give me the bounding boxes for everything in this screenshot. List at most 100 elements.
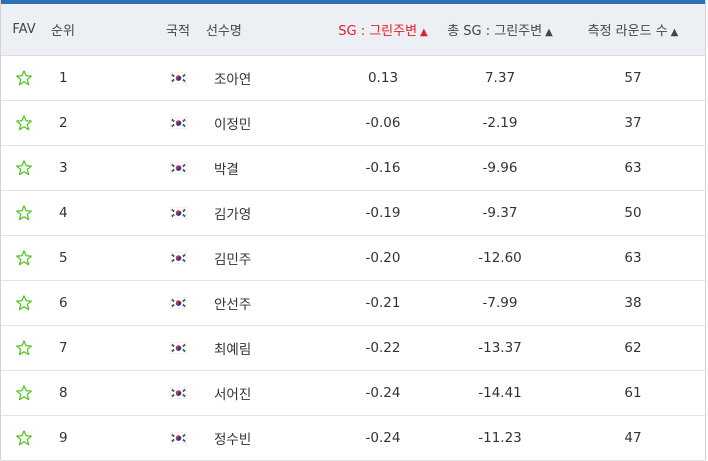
korea-flag-icon <box>169 341 187 354</box>
korea-flag-icon <box>169 116 187 129</box>
nationality-cell <box>152 145 204 190</box>
rank-cell: 6 <box>59 294 68 311</box>
player-name-cell[interactable]: 최예림 <box>204 325 327 370</box>
sg-around-green-cell: -0.21 <box>365 294 401 311</box>
nationality-cell <box>152 280 204 325</box>
fav-cell <box>1 100 47 145</box>
player-name-cell[interactable]: 김민주 <box>204 235 327 280</box>
rank-cell: 1 <box>59 69 68 86</box>
rank-cell: 4 <box>59 204 68 221</box>
rounds-cell: 37 <box>624 114 642 131</box>
table-row: 5 김민주 -0.20 -12.60 63 <box>1 235 705 280</box>
korea-flag-icon <box>169 296 187 309</box>
sg-around-green-cell: -0.06 <box>365 114 401 131</box>
rounds-cell: 62 <box>624 339 642 356</box>
table-row: 3 박결 -0.16 -9.96 63 <box>1 145 705 190</box>
sort-arrow-icon: ▲ <box>545 26 553 38</box>
fav-cell <box>1 145 47 190</box>
star-icon[interactable] <box>15 294 33 312</box>
sort-arrow-icon: ▲ <box>420 26 428 38</box>
nationality-cell <box>152 55 204 100</box>
table-row: 8 서어진 -0.24 -14.41 61 <box>1 370 705 415</box>
star-icon[interactable] <box>15 339 33 357</box>
player-name-cell[interactable]: 정수빈 <box>204 415 327 460</box>
rounds-cell: 50 <box>624 204 642 221</box>
total-sg-cell: -11.23 <box>478 429 522 446</box>
sg-around-green-cell: -0.16 <box>365 159 401 176</box>
player-name-cell[interactable]: 이정민 <box>204 100 327 145</box>
rank-cell: 8 <box>59 384 68 401</box>
player-name-cell[interactable]: 김가영 <box>204 190 327 235</box>
korea-flag-icon <box>169 161 187 174</box>
nationality-cell <box>152 415 204 460</box>
fav-cell <box>1 415 47 460</box>
table-row: 1 조아연 0.13 7.37 57 <box>1 55 705 100</box>
nationality-cell <box>152 325 204 370</box>
header-total-sg-label: 총 SG : 그린주변 <box>447 23 543 39</box>
nationality-cell <box>152 235 204 280</box>
fav-cell <box>1 235 47 280</box>
total-sg-cell: -9.96 <box>482 159 518 176</box>
total-sg-cell: -2.19 <box>482 114 518 131</box>
star-icon[interactable] <box>15 204 33 222</box>
fav-cell <box>1 370 47 415</box>
star-icon[interactable] <box>15 114 33 132</box>
total-sg-cell: -13.37 <box>478 339 522 356</box>
table-header: FAV 순위 국적 선수명 SG : 그린주변 ▲ 총 SG : 그린주변 ▲ 측정… <box>1 4 705 55</box>
star-icon[interactable] <box>15 159 33 177</box>
sg-around-green-cell: -0.20 <box>365 249 401 266</box>
star-icon[interactable] <box>15 69 33 87</box>
fav-cell <box>1 280 47 325</box>
player-name-cell[interactable]: 조아연 <box>204 55 327 100</box>
fav-cell <box>1 325 47 370</box>
korea-flag-icon <box>169 431 187 444</box>
header-sg-around-green-sort[interactable]: SG : 그린주변 ▲ <box>327 4 439 55</box>
star-icon[interactable] <box>15 429 33 447</box>
table-row: 7 최예림 -0.22 -13.37 62 <box>1 325 705 370</box>
header-rounds-label: 측정 라운드 수 <box>587 23 668 39</box>
sg-around-green-cell: 0.13 <box>367 69 399 86</box>
total-sg-cell: -9.37 <box>482 204 518 221</box>
rounds-cell: 57 <box>624 69 642 86</box>
star-icon[interactable] <box>15 249 33 267</box>
sg-around-green-cell: -0.24 <box>365 429 401 446</box>
nationality-cell <box>152 190 204 235</box>
star-icon[interactable] <box>15 384 33 402</box>
player-name-cell[interactable]: 안선주 <box>204 280 327 325</box>
player-name-cell[interactable]: 박결 <box>204 145 327 190</box>
rounds-cell: 63 <box>624 159 642 176</box>
table-row: 6 안선주 -0.21 -7.99 38 <box>1 280 705 325</box>
sort-arrow-icon: ▲ <box>670 26 679 38</box>
header-row: FAV 순위 국적 선수명 SG : 그린주변 ▲ 총 SG : 그린주변 ▲ 측정… <box>1 4 705 55</box>
nationality-cell <box>152 100 204 145</box>
rank-cell: 2 <box>59 114 68 131</box>
sg-around-green-cell: -0.19 <box>365 204 401 221</box>
header-rank: 순위 <box>51 23 75 39</box>
fav-cell <box>1 55 47 100</box>
total-sg-cell: 7.37 <box>484 69 516 86</box>
total-sg-cell: -14.41 <box>478 384 522 401</box>
header-sg-label: SG : 그린주변 <box>338 23 418 39</box>
header-total-sg-sort[interactable]: 총 SG : 그린주변 ▲ <box>439 4 561 55</box>
rounds-cell: 61 <box>624 384 642 401</box>
header-nationality: 국적 <box>166 23 190 39</box>
table-row: 9 정수빈 -0.24 -11.23 47 <box>1 415 705 460</box>
fav-cell <box>1 190 47 235</box>
total-sg-cell: -7.99 <box>482 294 518 311</box>
stats-table-panel: FAV 순위 국적 선수명 SG : 그린주변 ▲ 총 SG : 그린주변 ▲ 측정… <box>0 0 706 460</box>
korea-flag-icon <box>169 386 187 399</box>
strokes-gained-table: FAV 순위 국적 선수명 SG : 그린주변 ▲ 총 SG : 그린주변 ▲ 측정… <box>1 4 705 461</box>
header-fav: FAV <box>12 21 36 37</box>
rank-cell: 9 <box>59 429 68 446</box>
rounds-cell: 38 <box>624 294 642 311</box>
rank-cell: 3 <box>59 159 68 176</box>
korea-flag-icon <box>169 251 187 264</box>
table-body: 1 조아연 0.13 7.37 57 2 이정민 -0.06 -2.19 37 … <box>1 55 705 460</box>
header-player-name: 선수명 <box>206 23 242 39</box>
player-name-cell[interactable]: 서어진 <box>204 370 327 415</box>
header-rounds-sort[interactable]: 측정 라운드 수 ▲ <box>561 4 705 55</box>
total-sg-cell: -12.60 <box>478 249 522 266</box>
rank-cell: 7 <box>59 339 68 356</box>
sg-around-green-cell: -0.24 <box>365 384 401 401</box>
table-row: 4 김가영 -0.19 -9.37 50 <box>1 190 705 235</box>
